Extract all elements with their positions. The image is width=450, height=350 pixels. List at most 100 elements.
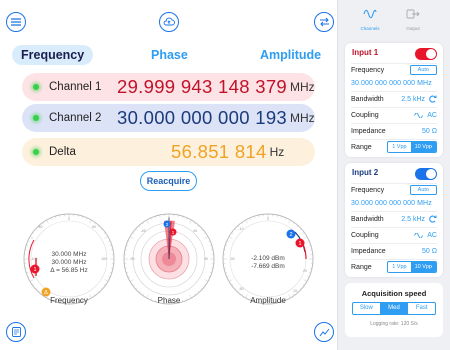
- chart-line-icon: [319, 328, 329, 336]
- bandwidth-value: 2.5 kHz: [401, 215, 425, 223]
- coupling-row[interactable]: Coupling AC: [351, 228, 437, 242]
- delta-label: Delta: [49, 146, 76, 158]
- sidebar-tab-channels[interactable]: Channels: [350, 6, 390, 31]
- frequency-row: Frequency Auto: [351, 183, 437, 197]
- range-option[interactable]: 1 Vpp: [388, 142, 410, 152]
- main-panel: Frequency Phase Amplitude Channel 1 29.9…: [0, 0, 337, 350]
- tab-phase[interactable]: Phase: [151, 45, 188, 65]
- status-led: [33, 84, 39, 90]
- range-row: Range 1 Vpp 10 Vpp: [351, 260, 437, 274]
- range-option[interactable]: 1 Vpp: [388, 262, 410, 272]
- marker-2-label: 2: [289, 232, 292, 238]
- row-label: Range: [351, 263, 372, 271]
- phase-gauge: 2 1 0 90 -90 45 -45 Phase: [122, 212, 216, 311]
- cloud-upload-icon: [163, 17, 175, 26]
- phase-tick-label: -90: [129, 257, 134, 261]
- input-title: Input 2: [352, 168, 379, 177]
- swap-icon: [319, 17, 329, 27]
- freq-line-3: Δ = 56.85 Hz: [50, 267, 87, 274]
- freq-tick-label: -60: [37, 225, 42, 229]
- impedance-row[interactable]: Impedance 50 Ω: [351, 244, 437, 258]
- frequency-row: Frequency Auto: [351, 63, 437, 77]
- sidebar-tab-label: Channels: [360, 26, 380, 31]
- input-title: Input 1: [352, 48, 379, 57]
- amp-tick-label: 20: [303, 269, 307, 273]
- channel-label: Channel 1: [49, 81, 102, 93]
- auto-button[interactable]: Auto: [409, 185, 437, 195]
- channel-2-row: Channel 2 30.000 000 000 193 MHz: [22, 104, 315, 132]
- freq-tick-label: 0: [68, 217, 70, 221]
- swap-button[interactable]: [314, 12, 334, 32]
- amp-line-2: -7.669 dBm: [251, 263, 285, 270]
- phase-tick-label: 45: [193, 229, 197, 233]
- impedance-value: 50 Ω: [422, 247, 437, 255]
- bandwidth-row[interactable]: Bandwidth 2.5 kHz: [351, 92, 437, 106]
- input-1-card: Input 1 Frequency Auto 30.000 000 000 00…: [345, 43, 443, 157]
- phase-tick-label: 0: [168, 216, 170, 220]
- marker-1-label: 1: [33, 267, 36, 273]
- marker-1-label: 1: [298, 241, 301, 247]
- notes-icon: [11, 327, 21, 337]
- range-selector: 1 Vpp 10 Vpp: [387, 141, 437, 153]
- reacquire-button[interactable]: Reacquire: [140, 171, 197, 191]
- acquisition-speed-card: Acquisition speed Slow Med Fast Logging …: [345, 283, 443, 337]
- row-label: Impedance: [351, 247, 386, 255]
- bandwidth-value: 2.5 kHz: [401, 95, 425, 103]
- tab-frequency[interactable]: Frequency: [12, 45, 94, 65]
- range-selector: 1 Vpp 10 Vpp: [387, 261, 437, 273]
- sidebar-tab-output[interactable]: Output: [393, 6, 433, 31]
- notes-button[interactable]: [6, 322, 26, 342]
- sidebar-tab-label: Output: [406, 26, 420, 31]
- row-label: Frequency: [351, 66, 385, 74]
- row-label: Coupling: [351, 231, 379, 239]
- freq-line-2: 30.000 MHz: [51, 259, 86, 266]
- status-led: [33, 149, 39, 155]
- amp-tick-label: 10: [293, 289, 297, 293]
- refresh-icon[interactable]: [429, 215, 437, 223]
- acquisition-title: Acquisition speed: [361, 289, 427, 298]
- delta-unit: Hz: [269, 145, 285, 159]
- frequency-value[interactable]: 30.000 000 000 000 MHz: [351, 80, 432, 87]
- coupling-row[interactable]: Coupling AC: [351, 108, 437, 122]
- input-1-toggle[interactable]: [415, 48, 437, 60]
- range-option-selected[interactable]: 10 Vpp: [410, 262, 436, 272]
- auto-button[interactable]: Auto: [409, 65, 437, 75]
- logging-rate: Logging rate: 120 S/s: [370, 321, 418, 327]
- freq-tick-label: 60: [92, 225, 96, 229]
- frequency-value[interactable]: 30.000 000 000 000 MHz: [351, 200, 432, 207]
- coupling-value: AC: [427, 231, 437, 239]
- impedance-row[interactable]: Impedance 50 Ω: [351, 124, 437, 138]
- ac-wave-icon: [414, 232, 424, 238]
- menu-icon: [11, 18, 21, 26]
- phase-tick-label: 90: [204, 257, 208, 261]
- refresh-icon[interactable]: [429, 95, 437, 103]
- row-label: Impedance: [351, 127, 386, 135]
- row-label: Coupling: [351, 111, 379, 119]
- amp-line-1: -2.109 dBm: [251, 255, 285, 262]
- freq-tick-label: -100: [30, 257, 37, 261]
- speed-option-fast[interactable]: Fast: [408, 303, 435, 314]
- gauge-label-amplitude: Amplitude: [250, 296, 286, 305]
- channel-1-row: Channel 1 29.999 943 148 379 MHz: [22, 73, 315, 101]
- speed-option-slow[interactable]: Slow: [353, 303, 380, 314]
- measurement-tabs: Frequency Phase Amplitude: [12, 45, 327, 65]
- output-icon: [406, 9, 420, 19]
- wave-icon: [363, 9, 377, 19]
- gauge-label-phase: Phase: [157, 296, 181, 305]
- range-row: Range 1 Vpp 10 Vpp: [351, 140, 437, 154]
- cloud-upload-button[interactable]: [159, 12, 179, 32]
- acquisition-speed-selector: Slow Med Fast: [352, 302, 436, 315]
- speed-option-med[interactable]: Med: [379, 303, 409, 314]
- amp-tick-label: -50: [238, 287, 243, 291]
- impedance-value: 50 Ω: [422, 127, 437, 135]
- range-option-selected[interactable]: 10 Vpp: [410, 142, 436, 152]
- ac-wave-icon: [414, 112, 424, 118]
- amplitude-gauge: 2 1 -2.109 dBm -7.669 dBm 0 -10 -30 -50 …: [221, 212, 315, 311]
- menu-button[interactable]: [6, 12, 26, 32]
- tab-amplitude[interactable]: Amplitude: [260, 45, 321, 65]
- bandwidth-row[interactable]: Bandwidth 2.5 kHz: [351, 212, 437, 226]
- input-2-toggle[interactable]: [415, 168, 437, 180]
- chart-button[interactable]: [314, 322, 334, 342]
- channel-unit: MHz: [290, 80, 315, 94]
- channel-value: 30.000 000 000 193: [117, 107, 288, 128]
